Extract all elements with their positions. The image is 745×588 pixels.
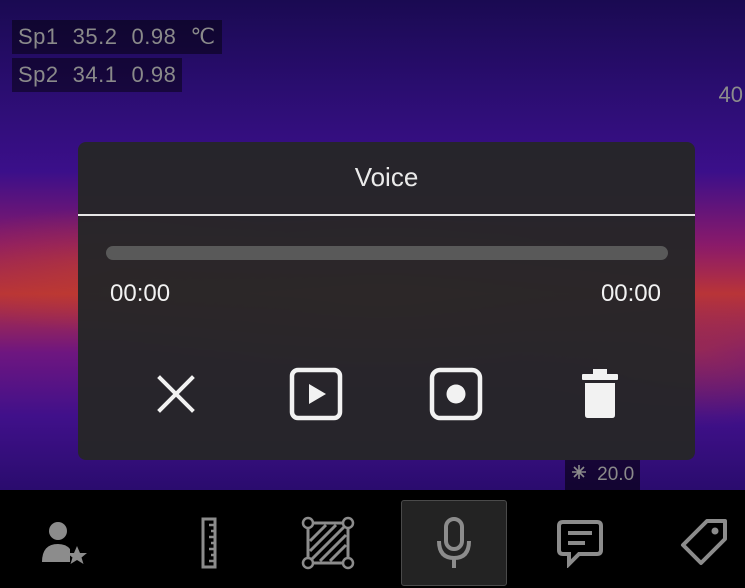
lock-scale-icon bbox=[571, 465, 591, 484]
tool-user-favorite[interactable] bbox=[12, 500, 118, 586]
spot1-label: Sp1 bbox=[18, 24, 59, 49]
close-button[interactable] bbox=[148, 366, 204, 422]
spot1-temp: 35.2 bbox=[72, 24, 118, 49]
scale-low-value: 20.0 bbox=[597, 464, 635, 485]
scale-high-value: 40 bbox=[718, 82, 743, 107]
user-star-icon bbox=[42, 522, 87, 564]
delete-button[interactable] bbox=[572, 366, 628, 422]
spot2-readout: Sp2 34.1 0.98 bbox=[12, 58, 183, 92]
close-icon bbox=[157, 375, 195, 413]
total-time: 00:00 bbox=[600, 280, 661, 307]
dialog-title: Voice bbox=[354, 162, 419, 192]
play-icon bbox=[289, 367, 343, 421]
spot1-emissivity: 0.98 bbox=[131, 24, 177, 49]
trash-icon bbox=[582, 369, 618, 418]
temp-unit: ℃ bbox=[190, 24, 216, 49]
spot1-readout: Sp1 35.2 0.98 ℃ bbox=[12, 20, 222, 54]
tool-tag[interactable] bbox=[650, 500, 745, 586]
spot2-label: Sp2 bbox=[18, 62, 59, 87]
tag-icon bbox=[681, 519, 727, 565]
scale-low-box[interactable]: 20.0 bbox=[565, 460, 641, 490]
tool-text-note[interactable] bbox=[527, 500, 633, 586]
record-icon bbox=[429, 367, 483, 421]
play-button[interactable] bbox=[288, 366, 344, 422]
voice-dialog: Voice 00:00 00:00 bbox=[78, 142, 695, 460]
elapsed-time: 00:00 bbox=[110, 280, 171, 307]
ruler-icon bbox=[201, 517, 217, 569]
record-button[interactable] bbox=[428, 366, 484, 422]
text-note-icon bbox=[557, 520, 603, 568]
spot2-emissivity: 0.98 bbox=[131, 62, 177, 87]
microphone-icon bbox=[437, 517, 471, 568]
tool-ruler[interactable] bbox=[155, 500, 261, 586]
bottom-toolbar bbox=[0, 490, 745, 588]
tool-voice[interactable] bbox=[401, 500, 507, 586]
area-box-icon bbox=[301, 516, 355, 570]
title-divider bbox=[78, 214, 695, 216]
tool-area-box[interactable] bbox=[275, 500, 381, 586]
spot2-temp: 34.1 bbox=[72, 62, 118, 87]
playback-progress-bar[interactable] bbox=[106, 246, 668, 260]
